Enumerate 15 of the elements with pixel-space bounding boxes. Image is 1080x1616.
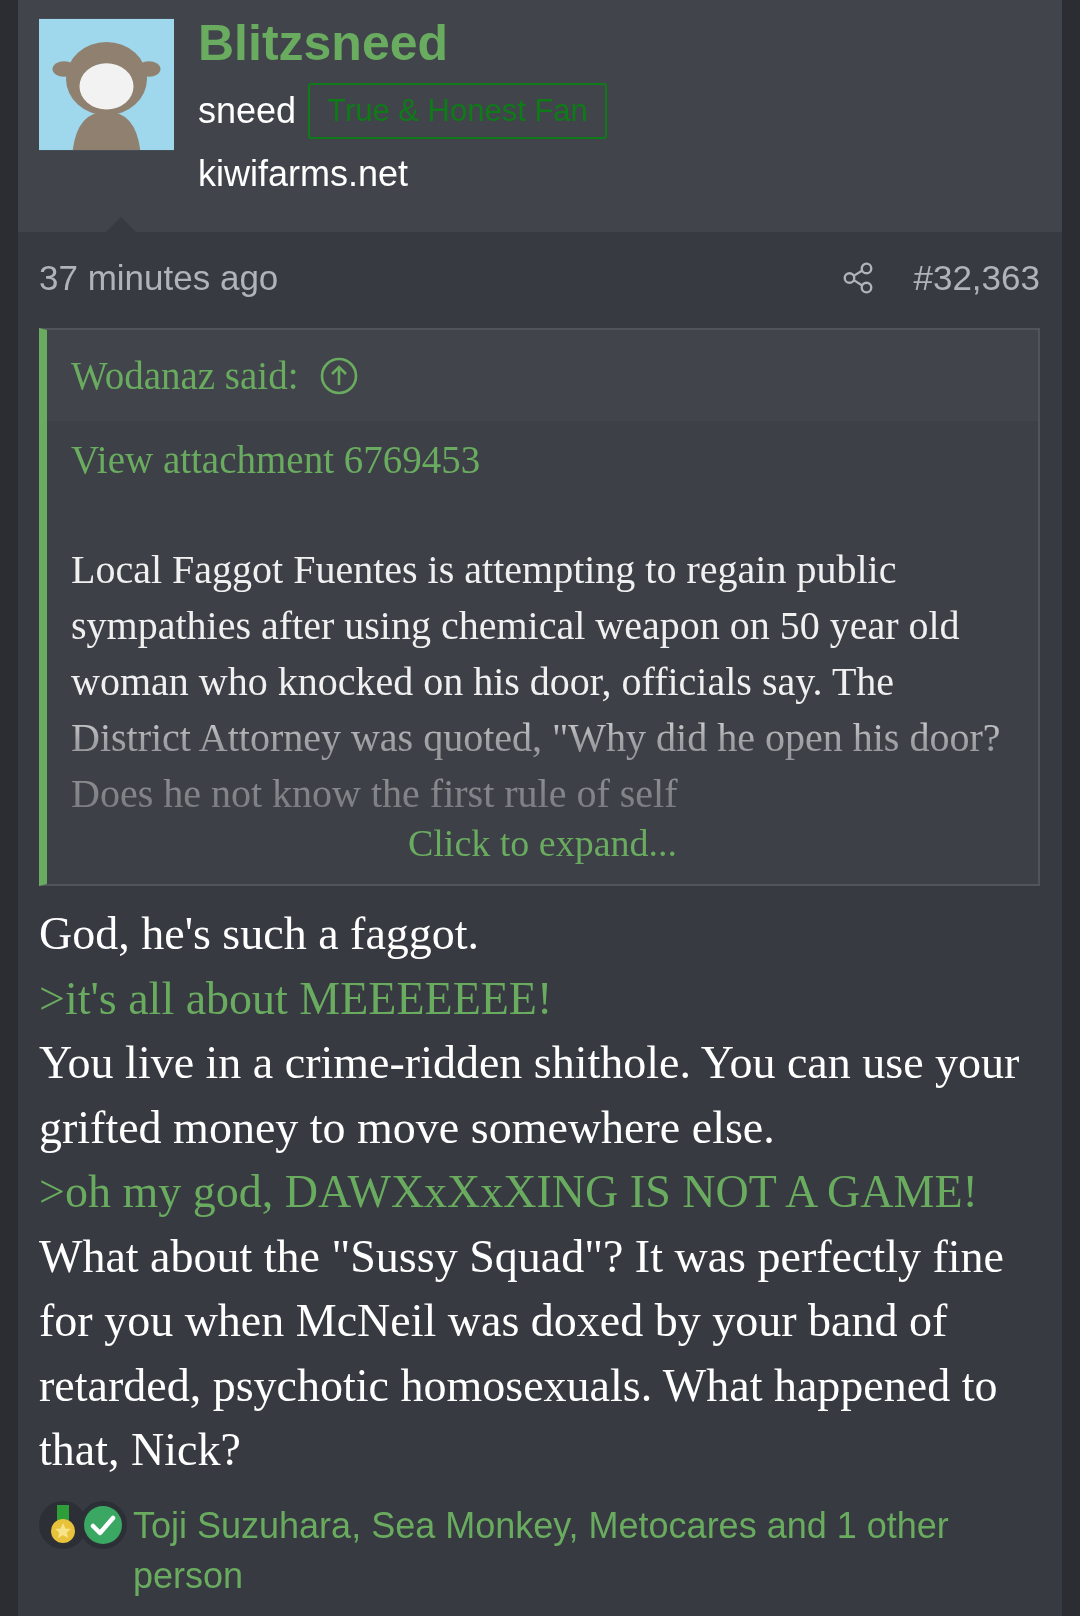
reaction-list[interactable]: Toji Suzuhara, Sea Monkey, Metocares and 1 other person (133, 1500, 1040, 1601)
user-location: kiwifarms.net (198, 153, 410, 195)
quote-text: Local Faggot Fuentes is attempting to regain public sympathies after using chemical weapon on 50 year old woman who knocked on his door, officials say. The District Attorney was quoted, "Why did he open his door? Does he not know the first rule of self (71, 546, 1002, 818)
user-title: sneed (198, 90, 297, 132)
post-number[interactable]: #32,363 (913, 258, 1040, 298)
post-text: You live in a crime-ridden shithole. You can use your grifted money to move somewhere else. (39, 1036, 1021, 1155)
username[interactable]: Blitzsneed (198, 7, 607, 79)
greentext-line: >oh my god, DAWXxXxXING IS NOT A GAME! (39, 1165, 979, 1219)
quote-author[interactable]: Wodanaz said: (71, 353, 299, 398)
post-text: God, he's such a faggot. (39, 907, 481, 961)
post-text: What about the "Sussy Squad"? It was perfectly fine for you when McNeil was doxed by your band of retarded, psychotic homosexuals. What happened to that, Nick? (39, 1229, 1005, 1477)
attachment-link[interactable]: View attachment 6769453 (71, 437, 1014, 482)
expand-link[interactable]: Click to expand... (71, 822, 1014, 864)
post-time[interactable]: 37 minutes ago (39, 258, 279, 298)
greentext-line: >it's all about MEEEEEEE! (39, 971, 554, 1026)
